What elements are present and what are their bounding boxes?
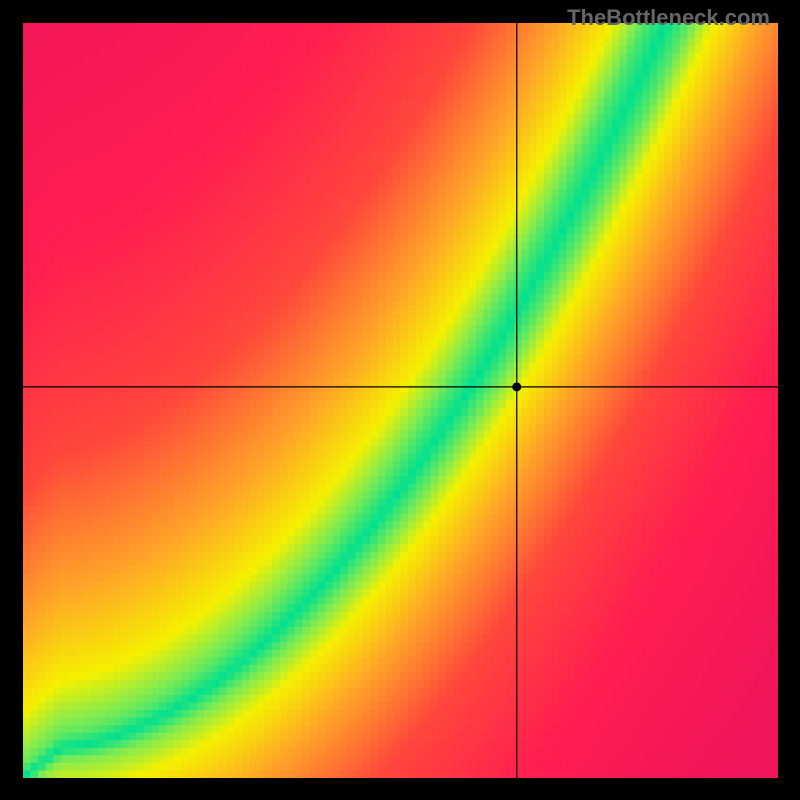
- chart-container: TheBottleneck.com: [0, 0, 800, 800]
- bottleneck-heatmap: [23, 23, 778, 778]
- watermark-text: TheBottleneck.com: [567, 5, 770, 31]
